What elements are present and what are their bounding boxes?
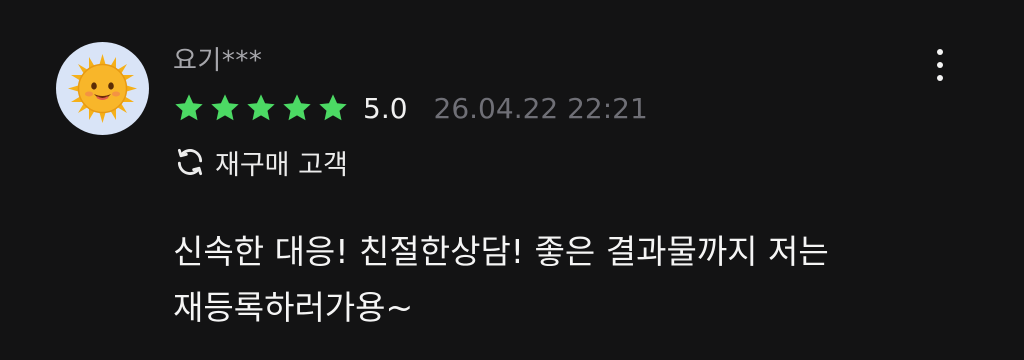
author-username: 요기*** [173,46,263,76]
review-date: 26.04.22 22:21 [433,91,648,125]
more-vertical-icon [937,49,943,55]
sun-face-icon [68,54,137,123]
avatar[interactable] [56,42,149,135]
review-text: 신속한 대응! 친절한상담! 좋은 결과물까지 저는 재등록하러가용~ [173,232,829,327]
more-options-button[interactable] [922,40,958,90]
repeat-arrows-icon [177,148,203,176]
more-vertical-icon-dot [937,62,943,68]
star-rating [173,92,349,124]
star-icon [175,94,203,121]
star-icon [247,94,275,121]
badge-label: 재구매 고객 [215,149,348,181]
rating-row: 5.0 26.04.22 22:21 [173,88,648,128]
repurchase-badge: 재구매 고객 [173,144,348,181]
star-icon [283,94,311,121]
more-vertical-icon-dot [937,75,943,81]
star-icon [319,94,347,121]
review-card: 요기*** 5.0 26.04.22 22:21 재구매 고객 신속한 대응! … [0,0,1024,360]
rating-score: 5.0 [363,91,408,125]
star-icon [211,94,239,121]
